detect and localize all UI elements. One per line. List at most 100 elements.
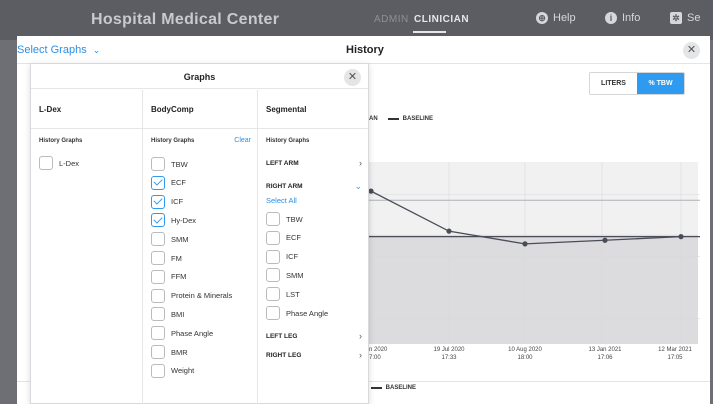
- checkbox[interactable]: [266, 287, 280, 302]
- segmental-option[interactable]: ICF: [266, 249, 298, 264]
- unit-liters-button[interactable]: LITERS: [590, 73, 637, 94]
- nav-admin[interactable]: ADMIN: [374, 14, 409, 25]
- bodycomp-option[interactable]: FM: [151, 251, 182, 265]
- clear-link[interactable]: Clear: [234, 137, 251, 144]
- close-window-button[interactable]: ✕: [683, 42, 700, 59]
- select-all-link[interactable]: Select All: [266, 196, 297, 205]
- checkbox[interactable]: [266, 230, 280, 245]
- x-tick-date: 10 Aug 2020: [508, 347, 542, 353]
- x-tick-label: 19 Jul 2020 17:33: [424, 346, 474, 362]
- chevron-down-icon: ⌄: [92, 45, 101, 55]
- close-icon: ✕: [686, 44, 697, 56]
- bodycomp-option[interactable]: TBW: [151, 157, 188, 171]
- history-title: History: [346, 44, 384, 56]
- bodycomp-option-label: Hy-Dex: [171, 215, 197, 225]
- segmental-option[interactable]: LST: [266, 287, 300, 302]
- close-graphs-panel-button[interactable]: ✕: [344, 69, 361, 86]
- checkbox[interactable]: [151, 307, 165, 322]
- bodycomp-option-label: FM: [171, 253, 182, 263]
- bodycomp-option[interactable]: ICF: [151, 194, 183, 209]
- baseline-legend-swatch-bottom: [370, 387, 382, 389]
- x-tick-date: 19 Jul 2020: [433, 347, 465, 353]
- segmental-column: Segmental History Graphs LEFT ARM › RIGH…: [258, 90, 368, 404]
- data-point: [602, 237, 608, 243]
- globe-icon: ⊕: [536, 12, 548, 24]
- segmental-option[interactable]: TBW: [266, 212, 303, 226]
- x-tick-date: n 2020: [369, 347, 388, 353]
- legend-baseline-bottom: BASELINE: [385, 385, 417, 391]
- checkbox[interactable]: [151, 363, 165, 378]
- checkbox[interactable]: [151, 232, 165, 247]
- checkbox[interactable]: [151, 175, 165, 190]
- x-tick-time: 17:33: [441, 355, 457, 361]
- gear-icon: ✲: [670, 12, 682, 24]
- segmental-option[interactable]: ECF: [266, 230, 301, 245]
- segmental-option-label: ECF: [286, 233, 301, 243]
- checkbox[interactable]: [151, 213, 165, 228]
- nav-clinician[interactable]: CLINICIAN: [414, 14, 469, 25]
- checkbox[interactable]: [39, 156, 53, 170]
- checkbox[interactable]: [151, 345, 165, 359]
- checkbox[interactable]: [151, 251, 165, 265]
- ldex-option-label: L-Dex: [59, 158, 80, 168]
- bodycomp-option[interactable]: Protein & Minerals: [151, 288, 233, 303]
- bodycomp-option-label: BMR: [171, 347, 188, 357]
- close-icon: ✕: [347, 71, 358, 83]
- bodycomp-option[interactable]: Phase Angle: [151, 326, 214, 341]
- bodycomp-option[interactable]: FFM: [151, 269, 187, 284]
- checkbox[interactable]: [266, 306, 280, 320]
- checkbox[interactable]: [151, 194, 165, 209]
- bodycomp-option-label: SMM: [171, 234, 189, 244]
- bodycomp-option[interactable]: Hy-Dex: [151, 213, 197, 228]
- right-leg-label: RIGHT LEG: [266, 351, 302, 359]
- x-tick-date: 13 Jan 2021: [588, 347, 622, 353]
- background-strip: [0, 40, 17, 404]
- bodycomp-option[interactable]: BMR: [151, 345, 188, 359]
- bodycomp-option[interactable]: Weight: [151, 363, 195, 378]
- left-arm-row[interactable]: LEFT ARM ›: [266, 158, 362, 168]
- bodycomp-option-label: Protein & Minerals: [171, 291, 233, 301]
- checkbox[interactable]: [266, 268, 280, 283]
- left-leg-row[interactable]: LEFT LEG ›: [266, 331, 362, 341]
- bodycomp-option-label: TBW: [171, 159, 188, 169]
- segmental-option[interactable]: Phase Angle: [266, 306, 328, 320]
- segmental-option[interactable]: SMM: [266, 268, 304, 283]
- top-bar: Hospital Medical Center ADMIN CLINICIAN …: [0, 0, 713, 40]
- checkbox[interactable]: [151, 326, 165, 341]
- checkbox[interactable]: [151, 269, 165, 284]
- legend-prefix: AN: [369, 116, 378, 122]
- x-tick-label: 12 Mar 2021 17:05: [650, 346, 700, 362]
- ldex-subheader: History Graphs: [39, 138, 83, 144]
- unit-tbw-button[interactable]: % TBW: [637, 73, 684, 94]
- bodycomp-option-label: BMI: [171, 309, 185, 319]
- checkbox[interactable]: [151, 157, 165, 171]
- segmental-option-label: LST: [286, 289, 300, 299]
- data-point: [446, 228, 452, 234]
- checkbox[interactable]: [266, 249, 280, 264]
- checkbox[interactable]: [266, 212, 280, 226]
- settings-link[interactable]: ✲ Se: [670, 12, 700, 24]
- x-tick-time: 18:00: [517, 355, 533, 361]
- checkbox[interactable]: [151, 288, 165, 303]
- graphs-panel-header: Graphs ✕: [31, 64, 368, 89]
- bodycomp-option[interactable]: BMI: [151, 307, 185, 322]
- x-tick-label: 13 Jan 2021 17:06: [580, 346, 630, 362]
- bodycomp-option-label: Phase Angle: [171, 328, 214, 338]
- select-graphs-dropdown[interactable]: Select Graphs ⌄: [17, 44, 100, 56]
- bodycomp-option-label: FFM: [171, 272, 187, 282]
- right-arm-label: RIGHT ARM: [266, 183, 303, 190]
- help-link[interactable]: ⊕ Help: [536, 12, 576, 24]
- info-link[interactable]: i Info: [605, 12, 640, 24]
- bodycomp-option[interactable]: ECF: [151, 175, 186, 190]
- ldex-option[interactable]: L-Dex: [39, 156, 79, 170]
- right-leg-row[interactable]: RIGHT LEG ›: [266, 350, 362, 360]
- bodycomp-option-label: Weight: [171, 366, 195, 376]
- x-tick-time: 17:05: [667, 355, 683, 361]
- segmental-option-label: SMM: [286, 270, 304, 280]
- unit-toggle: LITERS % TBW: [589, 72, 685, 95]
- bodycomp-subheader: History Graphs: [151, 138, 195, 144]
- chevron-right-icon: ›: [359, 158, 362, 168]
- right-arm-row[interactable]: RIGHT ARM ⌄: [266, 181, 362, 192]
- bodycomp-option[interactable]: SMM: [151, 232, 189, 247]
- chevron-right-icon: ›: [359, 350, 362, 360]
